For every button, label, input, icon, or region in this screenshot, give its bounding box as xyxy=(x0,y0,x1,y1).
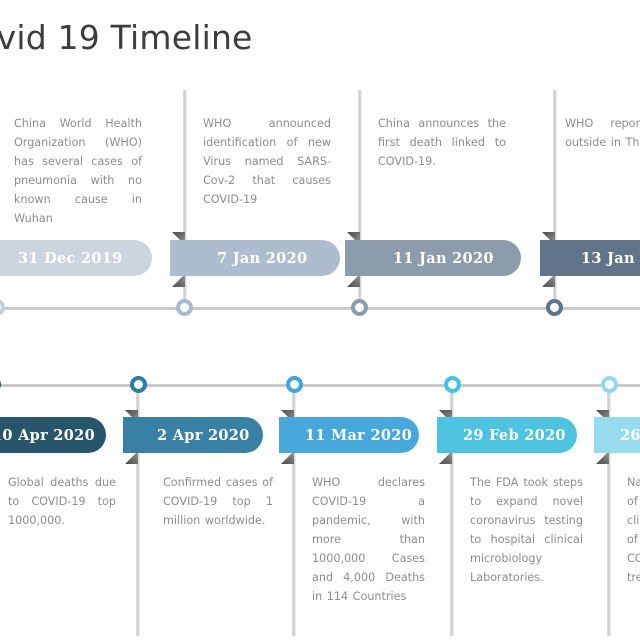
entry-text-bottom-4: The FDA took steps to expand novel coron… xyxy=(470,476,583,584)
timeline-node-bottom-4[interactable] xyxy=(444,376,461,393)
page-title: Covid 19 Timeline xyxy=(0,18,253,57)
date-label-bottom-1: 10 Apr 2020 xyxy=(0,426,95,444)
date-label-top-3: 11 Jan 2020 xyxy=(393,249,494,267)
date-badge-bottom-1[interactable]: 10 Apr 2020 xyxy=(0,417,106,453)
date-badge-bottom-3[interactable]: 11 Mar 2020 xyxy=(279,417,419,453)
date-label-top-4: 13 Jan 2020 xyxy=(581,249,640,267)
date-badge-top-3[interactable]: 11 Jan 2020 xyxy=(345,240,521,276)
timeline-node-top-3[interactable] xyxy=(351,299,368,316)
date-badge-top-4[interactable]: 13 Jan 2020 xyxy=(540,240,640,276)
entry-text-top-2: WHO announced identification of new Viru… xyxy=(203,117,331,206)
date-badge-top-2[interactable]: 7 Jan 2020 xyxy=(170,240,340,276)
date-label-top-2: 7 Jan 2020 xyxy=(217,249,308,267)
date-label-top-1: 31 Dec 2019 xyxy=(18,249,123,267)
date-label-bottom-5: 26 Feb 2020 xyxy=(620,426,640,444)
entry-text-top-1: China World Health Organization (WHO) ha… xyxy=(14,117,142,225)
entry-text-bottom-1: Global deaths due to COVID-19 top 1000,0… xyxy=(8,476,116,527)
date-label-bottom-3: 11 Mar 2020 xyxy=(305,426,413,444)
upper-timeline-rail xyxy=(0,307,640,310)
timeline-node-top-2[interactable] xyxy=(176,299,193,316)
entry-text-top-3: China announces the first death linked t… xyxy=(378,117,506,168)
entry-text-top-4: WHO reports case outside in Thailand. xyxy=(565,117,640,149)
lower-timeline-rail xyxy=(0,384,640,387)
date-label-bottom-4: 29 Feb 2020 xyxy=(463,426,566,444)
entry-text-bottom-3: WHO declares COVID-19 a pandemic, with m… xyxy=(312,476,425,603)
timeline-node-bottom-2[interactable] xyxy=(130,376,147,393)
date-label-bottom-2: 2 Apr 2020 xyxy=(157,426,250,444)
date-badge-top-1[interactable]: 31 Dec 2019 xyxy=(0,240,152,276)
date-badge-bottom-5[interactable]: 26 Feb 2020 xyxy=(594,417,640,453)
entry-text-bottom-2: Confirmed cases of COVID-19 top 1 millio… xyxy=(163,476,273,527)
timeline-node-bottom-5[interactable] xyxy=(601,376,618,393)
timeline-node-top-4[interactable] xyxy=(546,299,563,316)
date-badge-bottom-2[interactable]: 2 Apr 2020 xyxy=(123,417,263,453)
timeline-node-top-1[interactable] xyxy=(0,299,5,316)
timeline-node-bottom-3[interactable] xyxy=(286,376,303,393)
date-badge-bottom-4[interactable]: 29 Feb 2020 xyxy=(437,417,577,453)
timeline-node-bottom-1[interactable] xyxy=(0,376,1,393)
entry-text-bottom-5: National Institutes of Health begins cli… xyxy=(627,476,640,584)
